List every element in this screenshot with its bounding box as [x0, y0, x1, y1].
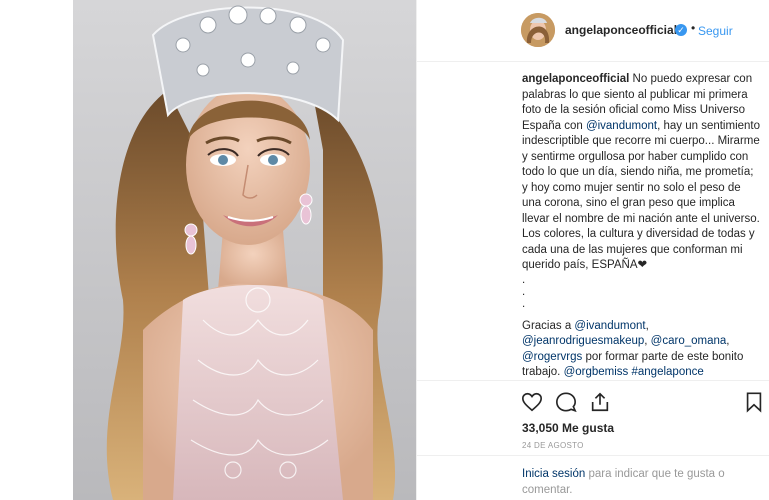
login-prompt-text: Inicia sesión para indicar que te gusta … — [522, 466, 737, 498]
post-date[interactable]: 24 DE AGOSTO — [522, 441, 584, 450]
header-username[interactable]: angelaponceofficial — [565, 23, 677, 37]
bookmark-icon[interactable] — [743, 391, 765, 413]
credit-separator-3: , — [726, 335, 730, 347]
credits-prefix: Gracias a — [522, 319, 575, 332]
caption-credits: Gracias a @ivandumont, @jeanrodriguesmake… — [522, 319, 760, 381]
post-side-panel: angelaponceofficial ✓ • Seguir angelapon… — [416, 0, 769, 500]
likes-label: Me gusta — [558, 421, 615, 435]
credit-mention-ivandumont[interactable]: @ivandumont — [574, 320, 645, 332]
likes-number: 33,050 — [522, 421, 559, 435]
post-photo-image — [73, 0, 416, 500]
caption-dot-3: . — [522, 297, 526, 310]
post-caption: angelaponceofficial No puedo expresar co… — [522, 72, 760, 381]
post-actions-bar — [417, 380, 769, 422]
post-photo[interactable] — [73, 0, 416, 500]
caption-mention-ivandumont[interactable]: @ivandumont — [586, 120, 657, 132]
credit-separator-1: , — [645, 319, 649, 332]
caption-paragraph: angelaponceofficial No puedo expresar co… — [522, 72, 760, 274]
avatar-image — [521, 13, 555, 47]
post-header: angelaponceofficial ✓ • Seguir — [417, 0, 769, 62]
caption-username[interactable]: angelaponceofficial — [522, 73, 629, 85]
caption-dot-2: . — [522, 285, 526, 298]
caption-text-2: , hay un sentimiento indescriptible que … — [522, 119, 764, 272]
credit-mention-orgbemiss[interactable]: @orgbemiss — [564, 366, 629, 378]
hashtag-angelaponce[interactable]: #angelaponce — [632, 366, 704, 378]
likes-count[interactable]: 33,050 Me gusta — [522, 421, 614, 435]
caption-dot-1: . — [522, 273, 526, 286]
credit-mention-jeanrodriguesmakeup[interactable]: @jeanrodriguesmakeup — [522, 335, 644, 347]
comment-icon[interactable] — [555, 391, 577, 413]
login-prompt: Inicia sesión para indicar que te gusta … — [417, 455, 769, 500]
login-link[interactable]: Inicia sesión — [522, 468, 585, 480]
avatar[interactable] — [521, 13, 555, 47]
follow-button[interactable]: Seguir — [698, 24, 733, 38]
credit-mention-rogervrgs[interactable]: @rogervrgs — [522, 351, 582, 363]
header-separator: • — [691, 21, 696, 35]
credit-mention-caro-omana[interactable]: @caro_omana — [651, 335, 727, 347]
heart-icon[interactable] — [521, 391, 543, 413]
share-icon[interactable] — [589, 391, 611, 413]
instagram-post-page: angelaponceofficial ✓ • Seguir angelapon… — [0, 0, 769, 500]
left-gutter — [0, 0, 73, 500]
verified-badge-icon: ✓ — [675, 24, 687, 36]
